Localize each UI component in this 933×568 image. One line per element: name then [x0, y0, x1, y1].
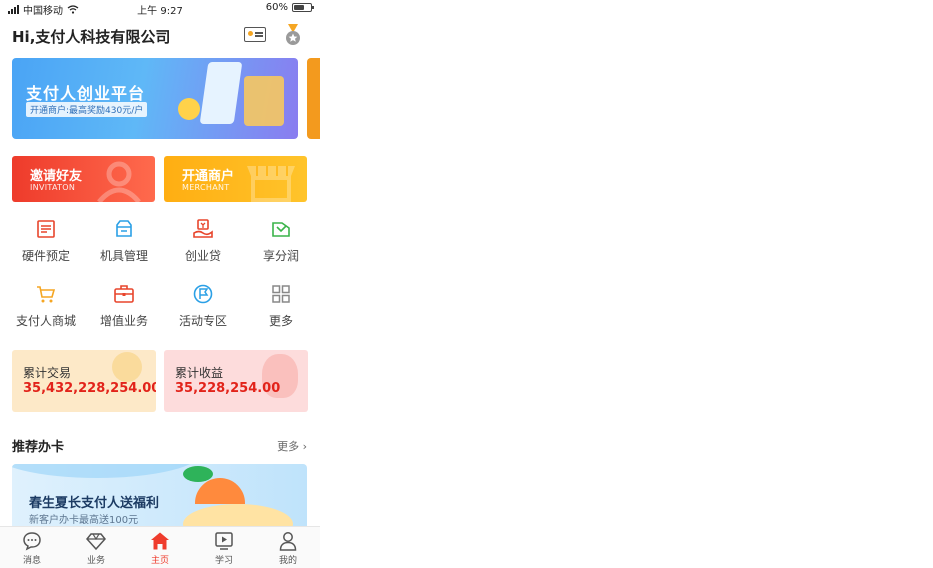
- invite-title: 邀请好友: [30, 169, 83, 184]
- bottom-tab-bar: 消息 业务 主页 学习 我的: [0, 526, 320, 568]
- device-manage-icon: [116, 220, 132, 237]
- profit-share-icon: [272, 222, 290, 237]
- people-icon: [97, 161, 141, 202]
- message-icon: [23, 532, 41, 551]
- hardware-order-icon: [37, 220, 55, 238]
- grid-item-hardware-order[interactable]: 硬件预定: [6, 218, 86, 264]
- tab-messages[interactable]: 消息: [0, 531, 64, 566]
- merchant-title: 开通商户: [182, 169, 235, 184]
- startup-loan-icon: [193, 219, 213, 238]
- total-trade-label: 累计交易: [23, 366, 72, 380]
- banner-subtitle: 开通商户:最高奖励430元/户: [26, 102, 148, 117]
- banner-coin-illustration: [178, 98, 200, 120]
- battery-percent: 60%: [265, 2, 288, 13]
- grid-item-label: 硬件预定: [21, 249, 70, 263]
- status-bar: 中国移动 上午 9:27 60%: [0, 0, 320, 17]
- grid-item-activity[interactable]: 活动专区: [163, 283, 243, 329]
- promo-banner[interactable]: 支付人创业平台 开通商户:最高奖励430元/户: [12, 58, 298, 139]
- grid-item-shop[interactable]: 支付人商城: [6, 283, 86, 329]
- home-icon: [151, 532, 169, 550]
- tab-label: 消息: [22, 556, 41, 566]
- app-screen: 中国移动 上午 9:27 60% Hi,支付人科技有限公司 支付人创业平台 开通…: [0, 0, 320, 568]
- total-income-value: 35,228,254.00: [175, 381, 281, 396]
- more-link-label: 更多: [277, 440, 300, 453]
- id-card-icon[interactable]: [244, 27, 266, 42]
- grid-item-more[interactable]: 更多: [241, 283, 320, 329]
- grid-item-label: 更多: [268, 314, 293, 328]
- banner-title: 支付人创业平台: [26, 84, 146, 103]
- more-link[interactable]: 更多 ›: [277, 438, 307, 454]
- grid-item-label: 享分润: [262, 249, 299, 263]
- tab-business[interactable]: 业务: [64, 531, 128, 566]
- diamond-icon: [86, 533, 106, 551]
- greeting-title: Hi,支付人科技有限公司: [12, 28, 171, 46]
- page-header: Hi,支付人科技有限公司: [12, 24, 308, 48]
- more-grid-icon: [272, 285, 290, 303]
- banner-card-illustration: [244, 76, 284, 126]
- flag-icon: [193, 284, 213, 304]
- grid-item-label: 支付人商城: [15, 314, 76, 328]
- grid-item-label: 机具管理: [99, 249, 148, 263]
- storefront-icon: [247, 166, 295, 202]
- promo-title: 春生夏长支付人送福利: [29, 496, 160, 511]
- grid-item-label: 活动专区: [178, 314, 227, 328]
- recommend-card-banner[interactable]: 春生夏长支付人送福利 新客户办卡最高送100元: [12, 464, 307, 534]
- invite-friends-button[interactable]: 邀请好友 INVITATON: [12, 156, 155, 202]
- profile-icon: [279, 532, 297, 551]
- next-banner-peek[interactable]: [307, 58, 320, 139]
- play-icon: [215, 532, 233, 550]
- chevron-right-icon: ›: [302, 440, 307, 453]
- grid-item-profit-share[interactable]: 享分润: [241, 218, 320, 264]
- palm-illustration: [183, 466, 213, 482]
- banner-phone-illustration: [199, 62, 243, 124]
- total-income-card[interactable]: 累计收益 35,228,254.00: [164, 350, 308, 412]
- battery-icon: [292, 3, 314, 12]
- grid-item-value-added[interactable]: 增值业务: [84, 283, 164, 329]
- merchant-subtitle: MERCHANT: [182, 183, 230, 192]
- total-trade-card[interactable]: 累计交易 35,432,228,254.00: [12, 350, 156, 412]
- tab-label: 学习: [214, 556, 233, 566]
- grid-item-label: 增值业务: [99, 314, 148, 328]
- briefcase-icon: [114, 285, 134, 303]
- tab-label: 业务: [86, 556, 105, 566]
- coin-icon: [112, 352, 142, 382]
- promo-subtitle: 新客户办卡最高送100元: [29, 515, 139, 526]
- tab-learn[interactable]: 学习: [192, 531, 256, 566]
- invite-subtitle: INVITATON: [30, 183, 76, 192]
- total-income-label: 累计收益: [175, 366, 224, 380]
- tab-label: 我的: [278, 556, 297, 566]
- medal-icon[interactable]: [284, 24, 302, 46]
- tab-home[interactable]: 主页: [128, 531, 192, 566]
- umbrella-illustration: [195, 478, 245, 504]
- tab-mine[interactable]: 我的: [256, 531, 320, 566]
- total-trade-value: 35,432,228,254.00: [23, 381, 156, 396]
- tab-label: 主页: [150, 556, 169, 566]
- wave-decoration: [12, 464, 202, 478]
- section-title: 推荐办卡: [12, 440, 65, 455]
- open-merchant-button[interactable]: 开通商户 MERCHANT: [164, 156, 307, 202]
- shopping-cart-icon: [37, 286, 56, 303]
- grid-item-device-manage[interactable]: 机具管理: [84, 218, 164, 264]
- grid-item-label: 创业贷: [184, 249, 221, 263]
- grid-item-startup-loan[interactable]: 创业贷: [163, 218, 243, 264]
